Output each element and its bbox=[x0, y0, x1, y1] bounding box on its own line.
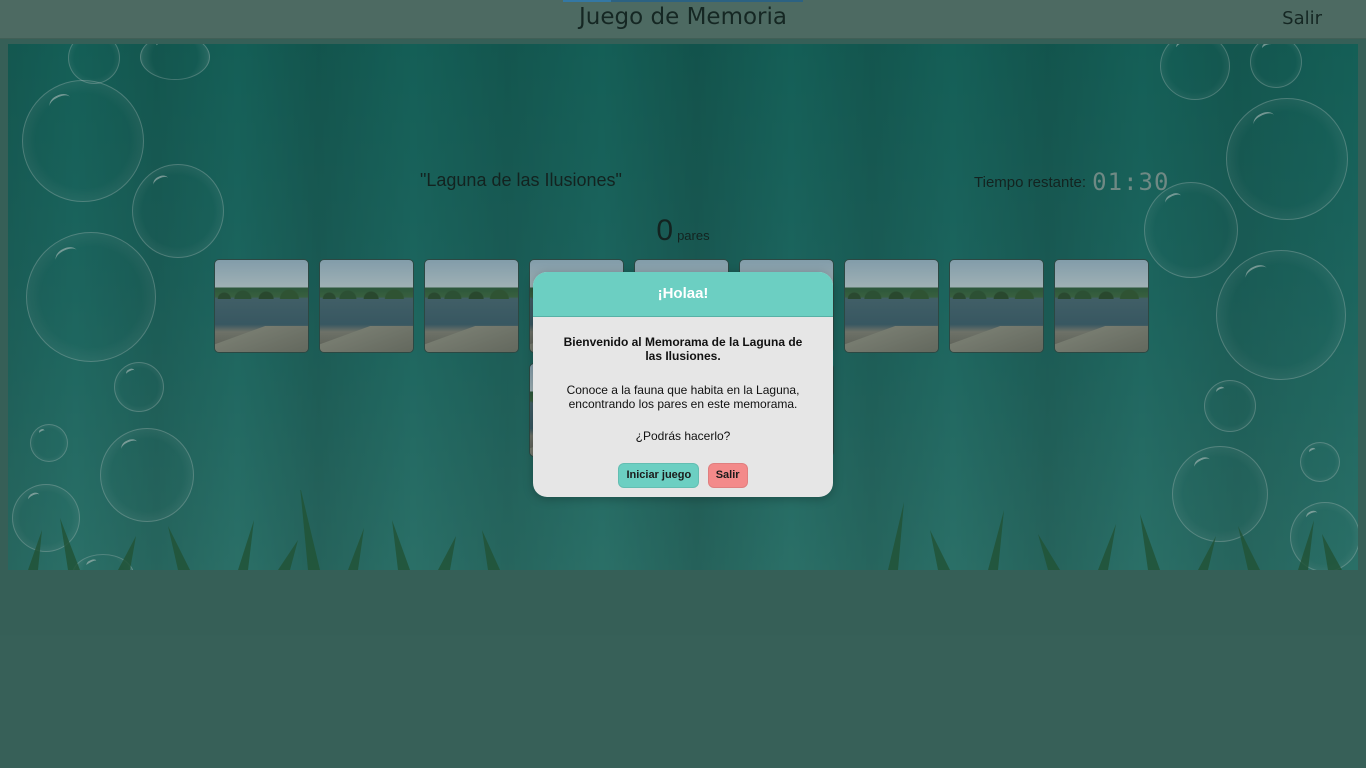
start-game-button[interactable]: Iniciar juego bbox=[618, 463, 700, 488]
welcome-dialog: ¡Holaa! Bienvenido al Memorama de la Lag… bbox=[533, 272, 833, 497]
dialog-body: Bienvenido al Memorama de la Laguna de l… bbox=[533, 317, 833, 443]
intro-message: Conoce a la fauna que habita en la Lagun… bbox=[566, 383, 800, 411]
exit-button[interactable]: Salir bbox=[707, 463, 748, 488]
dialog-title: ¡Holaa! bbox=[533, 272, 833, 317]
dialog-actions: Iniciar juego Salir bbox=[533, 463, 833, 488]
welcome-message: Bienvenido al Memorama de la Laguna de l… bbox=[563, 335, 803, 363]
challenge-question: ¿Podrás hacerlo? bbox=[635, 429, 731, 443]
